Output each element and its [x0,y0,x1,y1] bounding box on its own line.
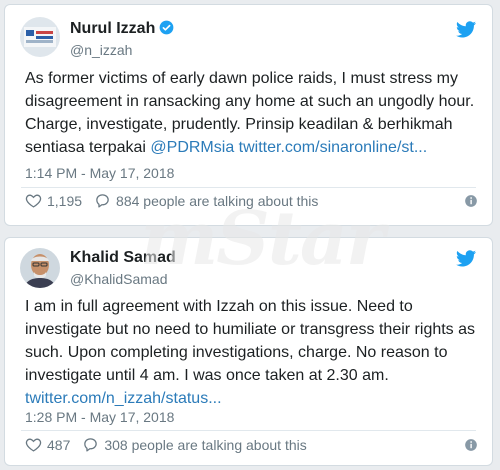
tweet-url-link[interactable]: twitter.com/sinaronline/st... [234,139,428,156]
timestamp[interactable]: 1:14 PM - May 17, 2018 [25,165,174,181]
user-handle[interactable]: @KhalidSamad [70,271,168,287]
timestamp[interactable]: 1:28 PM - May 17, 2018 [25,409,174,425]
user-handle[interactable]: @n_izzah [70,42,132,58]
comment-icon[interactable] [82,436,99,453]
info-icon[interactable] [464,194,478,208]
heart-icon[interactable] [25,192,42,209]
info-icon[interactable] [464,438,478,452]
like-count[interactable]: 487 [47,437,70,453]
tweet-text-line: As former victims of early dawn police r… [25,70,458,87]
tweet-url-link[interactable]: twitter.com/n_izzah/status... [25,387,478,410]
display-name[interactable]: Khalid Samad [70,249,176,267]
tweet-text: I am in full agreement with Izzah on thi… [25,295,478,410]
divider [21,430,476,431]
twitter-bird-icon[interactable] [456,250,476,267]
avatar[interactable] [20,17,60,57]
tweet-text-line: Charge, investigate, prudently. Prinsip … [25,116,453,133]
twitter-bird-icon[interactable] [456,21,476,38]
comment-icon[interactable] [94,192,111,209]
tweet-text: As former victims of early dawn police r… [25,67,478,159]
verified-badge-icon [159,20,174,35]
tweet-text-line: investigate until 4 am. I was once taken… [25,367,389,384]
avatar[interactable] [20,248,60,288]
tweet-text-line: I am in full agreement with Izzah on thi… [25,298,413,315]
tweet-text-line: investigate but no need to humiliate or … [25,321,476,338]
tweet-card-nurul-izzah: Nurul Izzah @n_izzah As former victims o… [4,4,493,226]
talking-count[interactable]: 308 people are talking about this [104,437,306,453]
tweet-actions: 487 308 people are talking about this [25,436,307,453]
tweet-text-line: sentiasa terpakai @PDRMsia twitter.com/s… [25,139,428,156]
tweet-text-line: such. Upon completing investigations, ch… [25,344,448,361]
mention-link[interactable]: @PDRMsia [150,139,234,156]
tweet-actions: 1,195 884 people are talking about this [25,192,318,209]
display-name[interactable]: Nurul Izzah [70,20,174,38]
tweet-card-khalid-samad: Khalid Samad @KhalidSamad I am in full a… [4,237,493,466]
heart-icon[interactable] [25,436,42,453]
tweet-text-line: disagreement in ransacking any home at s… [25,93,475,110]
like-count[interactable]: 1,195 [47,193,82,209]
talking-count[interactable]: 884 people are talking about this [116,193,318,209]
divider [21,187,476,188]
